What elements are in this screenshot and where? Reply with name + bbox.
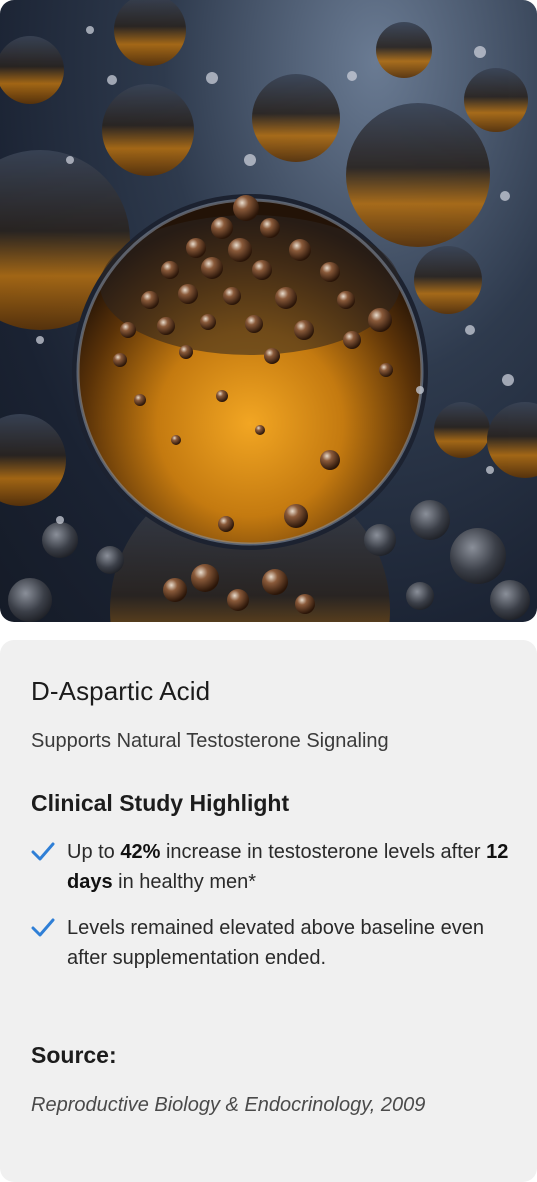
- check-icon: [31, 918, 55, 937]
- highlight-item: Levels remained elevated above baseline …: [31, 913, 511, 973]
- highlight-text: Levels remained elevated above baseline …: [67, 917, 484, 969]
- clinical-study-heading: Clinical Study Highlight: [31, 790, 290, 816]
- hero-image: [0, 0, 537, 622]
- check-icon: [31, 842, 55, 861]
- main-oil-drop: [72, 194, 428, 550]
- ingredient-subtitle: Supports Natural Testosterone Signaling: [31, 730, 389, 752]
- oil-bubbles-illustration: [0, 0, 537, 622]
- source-citation: Reproductive Biology & Endocrinology, 20…: [31, 1094, 426, 1116]
- source-heading: Source:: [31, 1042, 117, 1068]
- ingredient-title: D-Aspartic Acid: [31, 676, 211, 706]
- highlight-item: Up to 42% increase in testosterone level…: [31, 837, 511, 897]
- highlight-text: Up to 42% increase in testosterone level…: [67, 841, 509, 893]
- study-highlights-list: Up to 42% increase in testosterone level…: [31, 837, 511, 989]
